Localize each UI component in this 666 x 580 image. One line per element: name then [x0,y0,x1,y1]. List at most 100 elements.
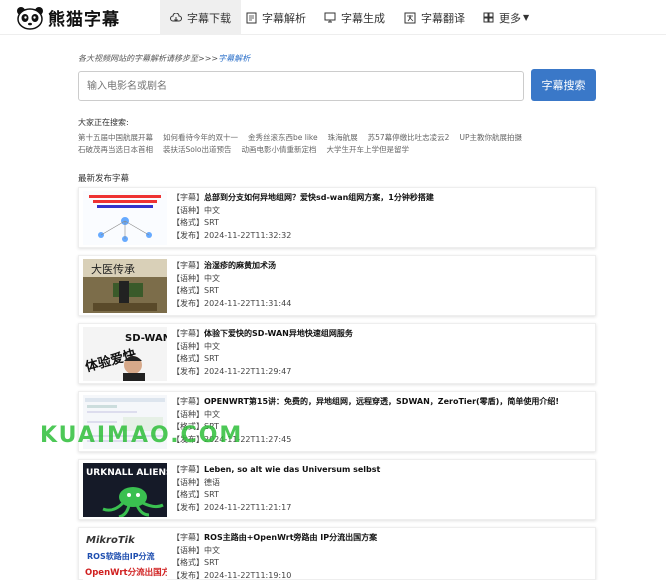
hot-search-link[interactable]: 苏57幕停缴比吐志凌云2 [368,132,450,144]
hot-search-link[interactable]: 大学生开车上学但是留学 [327,144,410,156]
thumbnail-aliens: URKNALL ALIENS [83,463,167,517]
subtitle-title[interactable]: OPENWRT第15讲：免费的，异地组网，远程穿透，SDWAN，ZeroTier… [204,397,559,406]
thumbnail-sdwan: SD-WAN 体验爱快 [83,327,167,381]
hot-search-list: 第十五届中国航展开幕 如何看待今年的双十一 金秀丝滚东西be like 珠海航展 苏57… [78,132,548,156]
tab-subtitle-download[interactable]: 字幕下载 [160,0,241,35]
label-published: 【发布】 [172,366,204,376]
subtitle-date: 2024-11-22T11:19:10 [204,570,292,580]
thumbnail-mikrotik: MikroTik ROS软路由IP分流 OpenWrt分流出国方案 [83,531,167,580]
tab-label: 更多 [499,11,521,25]
thumbnail-lecture: 大医传承 [83,259,167,313]
hot-search-link[interactable]: 动画电影小倩重新定档 [242,144,317,156]
label-format: 【格式】 [172,354,204,364]
grid-icon [483,12,494,23]
monitor-icon [324,12,336,23]
tab-subtitle-generate[interactable]: 字幕生成 [314,0,395,35]
thumb-text: URKNALL ALIENS [86,468,167,478]
subtitle-lang: 中文 [204,273,220,283]
tab-label: 字幕下载 [187,11,231,25]
subtitle-format: SRT [204,286,219,296]
logo-text: 熊猫字幕 [48,10,120,30]
hot-search-link[interactable]: 金秀丝滚东西be like [248,132,318,144]
hot-search-link[interactable]: 如何看待今年的双十一 [163,132,238,144]
thumbnail-network-diagram [83,191,167,245]
caret-down-icon: ▼ [523,13,530,22]
label-tag: 【字幕】 [172,193,204,202]
subtitle-card[interactable]: MikroTik ROS软路由IP分流 OpenWrt分流出国方案 【字幕】RO… [78,527,596,580]
site-logo[interactable]: 熊猫字幕 [16,5,120,30]
subtitle-title[interactable]: Leben, so alt wie das Universum selbst [204,465,380,474]
subtitle-info: 【字幕】总部到分支如何异地组网？爱快sd-wan组网方案，1分钟秒搭建 【语种】… [172,192,434,242]
subtitle-card[interactable]: 【字幕】总部到分支如何异地组网？爱快sd-wan组网方案，1分钟秒搭建 【语种】… [78,187,596,248]
label-published: 【发布】 [172,230,204,240]
search-input[interactable] [78,71,524,101]
tab-subtitle-translate[interactable]: 字幕翻译 [394,0,475,35]
top-navbar: 熊猫字幕 字幕下载 字幕解析 字幕生成 字幕翻译 更多 ▼ [0,0,666,35]
label-tag: 【字幕】 [172,533,204,542]
subtitle-card[interactable]: URKNALL ALIENS 【字幕】Leben, so alt wie das… [78,459,596,520]
subtitle-card[interactable]: SD-WAN 体验爱快 【字幕】体验下爱快的SD-WAN异地快速组网服务 【语种… [78,323,596,384]
label-lang: 【语种】 [172,273,204,283]
tab-more[interactable]: 更多 ▼ [473,0,539,35]
hot-search-link[interactable]: 石破茂再当选日本首相 [78,144,153,156]
thumb-text: OpenWrt分流出国方案 [85,567,167,578]
label-published: 【发布】 [172,298,204,308]
label-format: 【格式】 [172,218,204,228]
hot-search-title: 大家正在搜索: [78,118,129,127]
watermark: KUAIMAO.COM [40,423,244,448]
subtitle-card[interactable]: 大医传承 【字幕】治湿疹的麻黄加术汤 【语种】中文 【格式】SRT 【发布】20… [78,255,596,316]
label-published: 【发布】 [172,502,204,512]
thumb-text: 大医传承 [91,262,135,276]
subtitle-format: SRT [204,354,219,364]
label-tag: 【字幕】 [172,465,204,474]
subtitle-lang: 中文 [204,205,220,215]
label-tag: 【字幕】 [172,261,204,270]
document-icon [246,12,257,23]
label-tag: 【字幕】 [172,397,204,406]
label-published: 【发布】 [172,570,204,580]
breadcrumb: 各大视频网站的字幕解析请移步至>>>字幕解析 [78,53,250,64]
panda-logo-icon [17,6,43,30]
breadcrumb-text: 各大视频网站的字幕解析请移步至>>> [78,54,219,63]
search-button[interactable]: 字幕搜索 [531,69,596,101]
label-lang: 【语种】 [172,409,204,419]
tab-label: 字幕解析 [262,11,306,25]
subtitle-format: SRT [204,490,219,500]
subtitle-date: 2024-11-22T11:32:32 [204,230,292,240]
subtitle-parse-link[interactable]: 字幕解析 [218,54,250,63]
hot-search-link[interactable]: 装扶活Solo出道预告 [163,144,232,156]
hot-search-link[interactable]: UP主教你航展拍摄 [459,132,522,144]
subtitle-title[interactable]: 体验下爱快的SD-WAN异地快速组网服务 [204,329,353,338]
subtitle-format: SRT [204,218,219,228]
label-lang: 【语种】 [172,205,204,215]
subtitle-format: SRT [204,558,219,568]
label-lang: 【语种】 [172,341,204,351]
subtitle-info: 【字幕】ROS主路由+OpenWrt旁路由 IP分流出国方案 【语种】中文 【格… [172,532,377,580]
subtitle-title[interactable]: ROS主路由+OpenWrt旁路由 IP分流出国方案 [204,533,377,542]
tab-label: 字幕翻译 [421,11,465,25]
label-lang: 【语种】 [172,477,204,487]
thumb-text: MikroTik [86,535,136,546]
subtitle-title[interactable]: 总部到分支如何异地组网？爱快sd-wan组网方案，1分钟秒搭建 [204,193,434,202]
hot-search-link[interactable]: 珠海航展 [328,132,358,144]
subtitle-date: 2024-11-22T11:21:17 [204,502,292,512]
subtitle-title[interactable]: 治湿疹的麻黄加术汤 [204,261,276,270]
label-tag: 【字幕】 [172,329,204,338]
label-lang: 【语种】 [172,545,204,555]
thumb-text: SD-WAN [125,333,167,344]
tab-subtitle-parse[interactable]: 字幕解析 [236,0,316,35]
subtitle-date: 2024-11-22T11:31:44 [204,298,292,308]
subtitle-info: 【字幕】体验下爱快的SD-WAN异地快速组网服务 【语种】中文 【格式】SRT … [172,328,353,378]
subtitle-lang: 中文 [204,409,220,419]
subtitle-info: 【字幕】治湿疹的麻黄加术汤 【语种】中文 【格式】SRT 【发布】2024-11… [172,260,291,310]
subtitle-lang: 中文 [204,341,220,351]
translate-icon [404,12,416,23]
subtitle-lang: 德语 [204,477,220,487]
label-format: 【格式】 [172,286,204,296]
subtitle-info: 【字幕】Leben, so alt wie das Universum selb… [172,464,380,514]
label-format: 【格式】 [172,490,204,500]
hot-search-link[interactable]: 第十五届中国航展开幕 [78,132,153,144]
tab-label: 字幕生成 [341,11,385,25]
subtitle-lang: 中文 [204,545,220,555]
latest-section-title: 最新发布字幕 [78,174,130,184]
